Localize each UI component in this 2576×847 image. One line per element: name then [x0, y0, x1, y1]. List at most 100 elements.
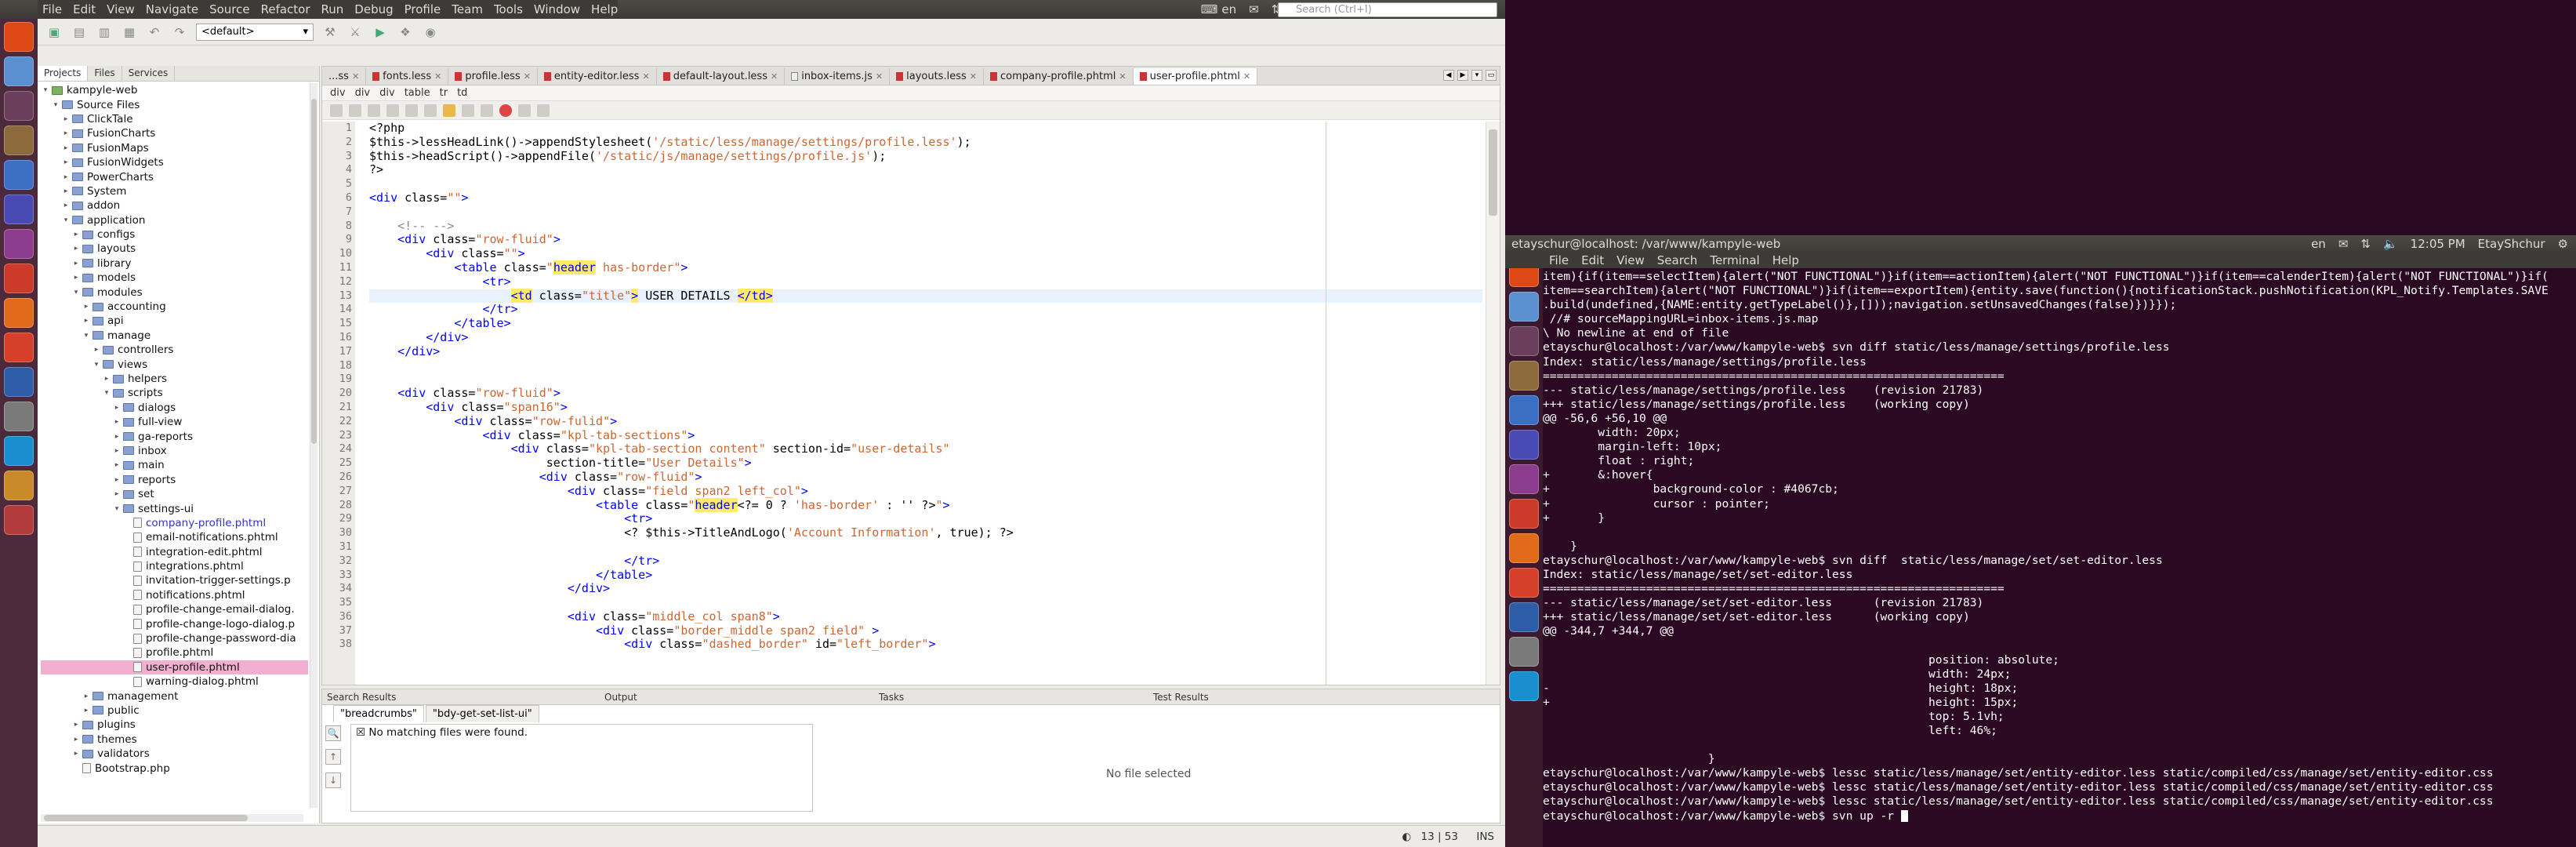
- expand-icon[interactable]: ▸: [61, 141, 71, 155]
- tree-item[interactable]: ▸ accounting: [41, 300, 308, 314]
- tree-item[interactable]: ▸ inbox: [41, 444, 308, 458]
- network-icon[interactable]: ⇅: [2360, 235, 2371, 253]
- new-project-icon[interactable]: ▣: [45, 24, 63, 41]
- tree-item[interactable]: ▸ controllers: [41, 343, 308, 357]
- app-icon[interactable]: [4, 505, 34, 535]
- code-line[interactable]: [369, 373, 1482, 387]
- expand-icon[interactable]: ▸: [61, 155, 71, 169]
- arrow-down-icon[interactable]: ↓: [325, 772, 341, 788]
- code-line[interactable]: <? $this->TitleAndLogo('Account Informat…: [369, 525, 1482, 540]
- ubuntu-dash-icon[interactable]: [4, 22, 34, 52]
- code-line[interactable]: ?>: [369, 162, 1482, 177]
- editor-scrollbar[interactable]: [1486, 122, 1500, 685]
- expand-icon[interactable]: ▸: [82, 689, 91, 703]
- code-line[interactable]: </table>: [369, 568, 1482, 583]
- expand-icon[interactable]: ▸: [112, 401, 122, 415]
- music-icon[interactable]: [1509, 533, 1539, 563]
- menu-run[interactable]: Run: [321, 2, 344, 16]
- update-icon[interactable]: [4, 436, 34, 466]
- tree-item[interactable]: profile.phtml: [41, 645, 308, 660]
- tree-item[interactable]: ▸ ga-reports: [41, 429, 308, 443]
- netbeans-icon[interactable]: [1509, 361, 1539, 391]
- terminal-menu-help[interactable]: Help: [1772, 253, 1799, 268]
- menu-navigate[interactable]: Navigate: [146, 2, 198, 16]
- history-icon[interactable]: [349, 104, 361, 117]
- test-results-title[interactable]: Test Results: [1153, 692, 1209, 703]
- code-line[interactable]: <!-- -->: [369, 219, 1482, 234]
- expand-icon[interactable]: ▸: [71, 256, 81, 271]
- close-icon[interactable]: ✕: [524, 71, 531, 82]
- tree-item[interactable]: integrations.phtml: [41, 559, 308, 573]
- tree-item[interactable]: ▸ ClickTale: [41, 112, 308, 126]
- breadcrumb-item[interactable]: div: [355, 87, 371, 99]
- collapse-icon[interactable]: ▾: [41, 83, 50, 97]
- tree-item[interactable]: ▸ FusionMaps: [41, 141, 308, 155]
- toggle-highlight-icon[interactable]: [443, 104, 455, 117]
- menu-window[interactable]: Window: [534, 2, 580, 16]
- menu-debug[interactable]: Debug: [354, 2, 393, 16]
- expand-icon[interactable]: ▸: [61, 198, 71, 213]
- tree-item[interactable]: ▾ modules: [41, 285, 308, 299]
- tree-item[interactable]: ▸ validators: [41, 747, 308, 761]
- workspace-icon[interactable]: [4, 402, 34, 431]
- firefox-icon[interactable]: [1509, 430, 1539, 460]
- terminal-menu-view[interactable]: View: [1616, 253, 1645, 268]
- code-line[interactable]: <table class= " header<?= 0 ? 'has-border'…: [369, 497, 1482, 513]
- tree-item[interactable]: email-notifications.phtml: [41, 530, 308, 544]
- settings-icon[interactable]: [4, 264, 34, 293]
- terminal-menu-file[interactable]: File: [1549, 253, 1569, 268]
- expand-icon[interactable]: ▸: [61, 170, 71, 184]
- editor-tab[interactable]: company-profile.phtml ✕: [984, 68, 1134, 85]
- editor-tab[interactable]: entity-editor.less ✕: [538, 68, 657, 85]
- menu-refactor[interactable]: Refactor: [261, 2, 310, 16]
- software-center-icon[interactable]: [1509, 568, 1539, 598]
- close-icon[interactable]: ✕: [970, 71, 977, 82]
- terminal-menu-terminal[interactable]: Terminal: [1710, 253, 1759, 268]
- notification-icon[interactable]: ◐: [1402, 831, 1411, 843]
- tab-bdy-get-set-list-ui[interactable]: "bdy-get-set-list-ui": [425, 705, 539, 722]
- expand-icon[interactable]: ▸: [112, 444, 122, 458]
- code-line[interactable]: <div class="">: [369, 246, 1482, 261]
- tree-item[interactable]: ▸ addon: [41, 198, 308, 213]
- expand-icon[interactable]: ▸: [82, 314, 91, 328]
- profile-icon[interactable]: ◉: [422, 24, 439, 41]
- tasks-title[interactable]: Tasks: [879, 692, 904, 703]
- tree-item[interactable]: ▸ dialogs: [41, 401, 308, 415]
- bookmark-icon[interactable]: [462, 104, 474, 117]
- expand-icon[interactable]: ▸: [112, 473, 122, 487]
- tree-item[interactable]: profile-change-logo-dialog.p: [41, 616, 308, 631]
- breadcrumb-item[interactable]: div: [379, 87, 395, 99]
- thunderbird-icon[interactable]: [1509, 464, 1539, 494]
- terminal-menu-search[interactable]: Search: [1657, 253, 1698, 268]
- tree-item[interactable]: ▸ FusionWidgets: [41, 155, 308, 169]
- collapse-icon[interactable]: ▾: [61, 213, 71, 227]
- terminal-icon[interactable]: [1509, 326, 1539, 356]
- tree-item[interactable]: ▸ layouts: [41, 242, 308, 256]
- editor-tab[interactable]: fonts.less ✕: [366, 68, 449, 85]
- tab-breadcrumbs[interactable]: "breadcrumbs": [333, 705, 424, 722]
- software-center-icon[interactable]: [4, 333, 34, 362]
- build-icon[interactable]: ⚒: [321, 24, 339, 41]
- menu-help[interactable]: Help: [591, 2, 618, 16]
- collapse-icon[interactable]: ▾: [71, 285, 81, 300]
- maximize-icon[interactable]: ▭: [1486, 70, 1497, 81]
- close-icon[interactable]: ✕: [434, 71, 441, 82]
- expand-icon[interactable]: ▸: [112, 487, 122, 501]
- find-icon[interactable]: [405, 104, 418, 117]
- keyboard-indicator-2[interactable]: en: [2311, 235, 2326, 253]
- code-line[interactable]: <td class="title"> USER DETAILS </td>: [369, 288, 1482, 304]
- redo-icon[interactable]: ↷: [171, 24, 188, 41]
- expand-icon[interactable]: ▸: [61, 126, 71, 140]
- code-line[interactable]: <div class="row-fulid">: [369, 414, 1482, 429]
- thunderbird-icon[interactable]: [4, 229, 34, 259]
- arrow-up-icon[interactable]: ↑: [325, 749, 341, 765]
- tree-item[interactable]: ▸ reports: [41, 473, 308, 487]
- editor-tab[interactable]: layouts.less ✕: [890, 68, 984, 85]
- code-area[interactable]: 1 2 3 4 5 6 7 8 9 10 11 12 13 14 15 16 17 18 19 20 21 22 23 24 2…: [322, 122, 1482, 685]
- save-all-icon[interactable]: ▦: [121, 24, 138, 41]
- undo-icon[interactable]: ↶: [146, 24, 163, 41]
- menu-view[interactable]: View: [107, 2, 135, 16]
- collapse-icon[interactable]: ▾: [102, 386, 111, 400]
- code-lines[interactable]: <?php $this->lessHeadLink()->appendStyles…: [369, 122, 1482, 685]
- expand-icon[interactable]: ▸: [82, 300, 91, 314]
